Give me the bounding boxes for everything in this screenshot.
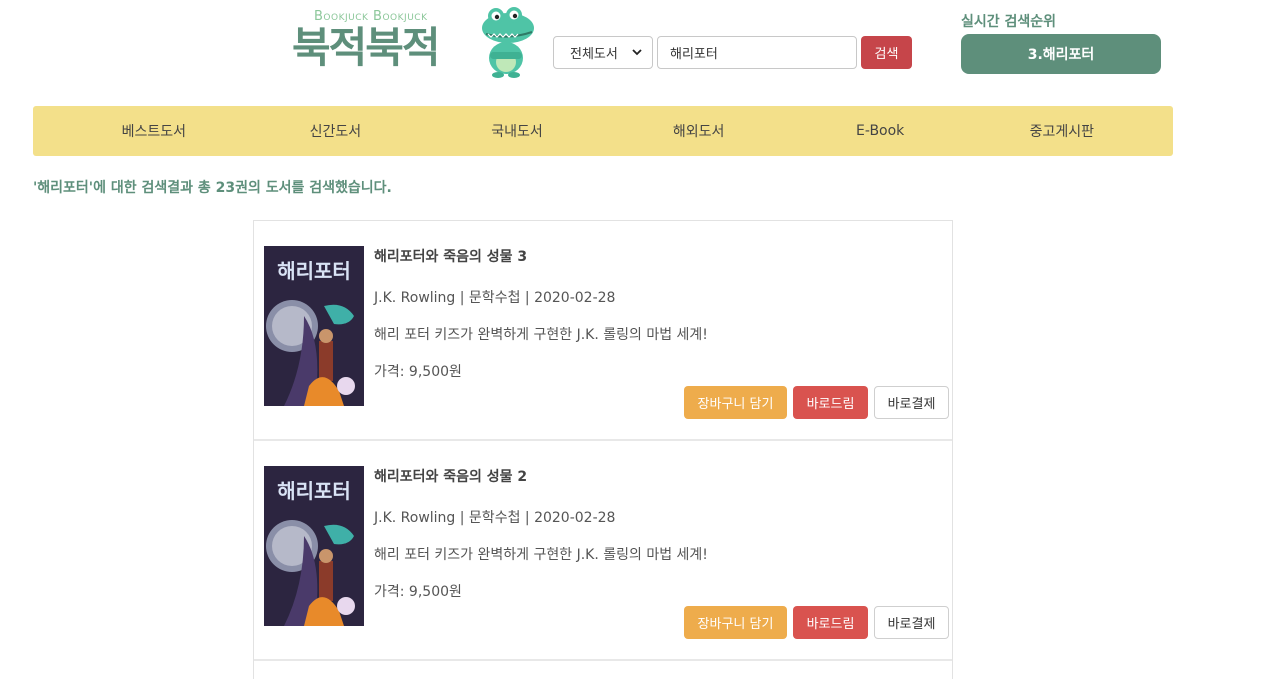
book-cover[interactable]: 해리포터 bbox=[264, 246, 364, 406]
book-title[interactable]: 해리포터와 죽음의 성물 2 bbox=[374, 466, 527, 486]
nav-item-best[interactable]: 베스트도서 bbox=[63, 121, 245, 141]
book-list: 해리포터 해리포터와 죽음의 성물 3 J.K. Rowling | 문학수첩 … bbox=[253, 220, 953, 679]
crocodile-mascot-icon bbox=[482, 7, 534, 78]
nav-item-new[interactable]: 신간도서 bbox=[245, 121, 427, 141]
add-to-cart-button[interactable]: 장바구니 담기 bbox=[684, 606, 787, 639]
book-cover-title: 해리포터 bbox=[277, 479, 351, 503]
site-logo[interactable]: Bookjuck Bookjuck 북적북적 bbox=[292, 6, 537, 78]
nav-item-ebook[interactable]: E-Book bbox=[789, 123, 971, 139]
book-item: 해리포터 해리포터와 죽음의 성물 2 J.K. Rowling | 문학수첩 … bbox=[254, 441, 952, 661]
book-cover-art: 해리포터 bbox=[264, 246, 364, 406]
book-meta: J.K. Rowling | 문학수첩 | 2020-02-28 bbox=[374, 290, 616, 306]
nav-item-foreign[interactable]: 해외도서 bbox=[608, 121, 790, 141]
book-cover-title: 해리포터 bbox=[277, 259, 351, 283]
buy-now-button[interactable]: 바로결제 bbox=[874, 386, 949, 419]
book-price: 가격: 9,500원 bbox=[374, 584, 462, 600]
nav-item-used-board[interactable]: 중고게시판 bbox=[971, 121, 1153, 141]
instant-pickup-button[interactable]: 바로드림 bbox=[793, 606, 868, 639]
book-item: 해리포터 해리포터와 죽음의 성물 3 J.K. Rowling | 문학수첩 … bbox=[254, 221, 952, 441]
search-category-select[interactable]: 전체도서 bbox=[553, 36, 653, 69]
search-input[interactable]: 해리포터 bbox=[657, 36, 857, 69]
main-nav: 베스트도서 신간도서 국내도서 해외도서 E-Book 중고게시판 bbox=[33, 106, 1173, 156]
buy-now-button[interactable]: 바로결제 bbox=[874, 606, 949, 639]
search-button[interactable]: 검색 bbox=[861, 36, 912, 69]
search-result-message: '해리포터'에 대한 검색결과 총 23권의 도서를 검색했습니다. bbox=[33, 180, 392, 196]
book-cover-art: 해리포터 bbox=[264, 466, 364, 626]
add-to-cart-button[interactable]: 장바구니 담기 bbox=[684, 386, 787, 419]
book-meta: J.K. Rowling | 문학수첩 | 2020-02-28 bbox=[374, 510, 616, 526]
book-price: 가격: 9,500원 bbox=[374, 364, 462, 380]
search-input-value: 해리포터 bbox=[670, 47, 718, 62]
ranking-current-item[interactable]: 3.해리포터 bbox=[961, 34, 1161, 74]
book-title[interactable]: 해리포터와 죽음의 성물 3 bbox=[374, 246, 527, 266]
search-bar: 전체도서 해리포터 검색 bbox=[553, 36, 912, 69]
nav-item-domestic[interactable]: 국내도서 bbox=[426, 121, 608, 141]
chevron-down-icon bbox=[632, 49, 642, 56]
ranking-title: 실시간 검색순위 bbox=[961, 14, 1057, 30]
site-header: Bookjuck Bookjuck 북적북적 전체도서 해리포터 검색 실시간 … bbox=[0, 0, 1279, 100]
instant-pickup-button[interactable]: 바로드림 bbox=[793, 386, 868, 419]
book-description: 해리 포터 키즈가 완벽하게 구현한 J.K. 롤링의 마법 세계! bbox=[374, 547, 708, 563]
book-description: 해리 포터 키즈가 완벽하게 구현한 J.K. 롤링의 마법 세계! bbox=[374, 327, 708, 343]
search-category-value: 전체도서 bbox=[570, 47, 618, 62]
logo-title: 북적북적 bbox=[292, 23, 441, 72]
book-cover[interactable]: 해리포터 bbox=[264, 466, 364, 626]
